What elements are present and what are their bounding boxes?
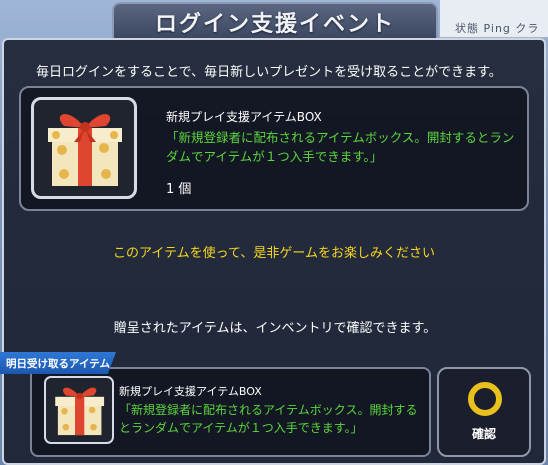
intro-text: 毎日ログインをすることで、毎日新しいプレゼントを受け取ることができます。 bbox=[36, 65, 502, 80]
background-topbar-text: 状態 Ping クラ bbox=[455, 22, 540, 35]
tomorrow-item-description: 「新規登録者に配布されるアイテムボックス。開封するとランダムでアイテムが１つ入手… bbox=[119, 403, 418, 435]
today-item-description: 「新規登録者に配布されるアイテムボックス。開封するとランダムでアイテムが１つ入手… bbox=[166, 130, 515, 164]
promo-text: このアイテムを使って、是非ゲームをお楽しみください bbox=[112, 246, 435, 261]
confirm-button-label: 確認 bbox=[471, 427, 496, 441]
dialog-title: ログイン支援イベント bbox=[154, 12, 395, 37]
dialog-title-tab: ログイン支援イベント bbox=[112, 2, 438, 40]
today-item-quantity: 1 個 bbox=[166, 182, 192, 197]
circle-confirm-icon bbox=[468, 382, 502, 416]
inventory-note: 贈呈されたアイテムは、インベントリで確認できます。 bbox=[113, 321, 437, 336]
gift-box-icon bbox=[44, 376, 114, 444]
today-item-name: 新規プレイ支援アイテムBOX bbox=[166, 110, 322, 124]
tomorrow-badge: 明日受け取るアイテム bbox=[0, 352, 116, 374]
tomorrow-item-name: 新規プレイ支援アイテムBOX bbox=[119, 385, 262, 398]
tomorrow-badge-label: 明日受け取るアイテム bbox=[6, 357, 110, 370]
gift-box-icon bbox=[31, 97, 137, 199]
